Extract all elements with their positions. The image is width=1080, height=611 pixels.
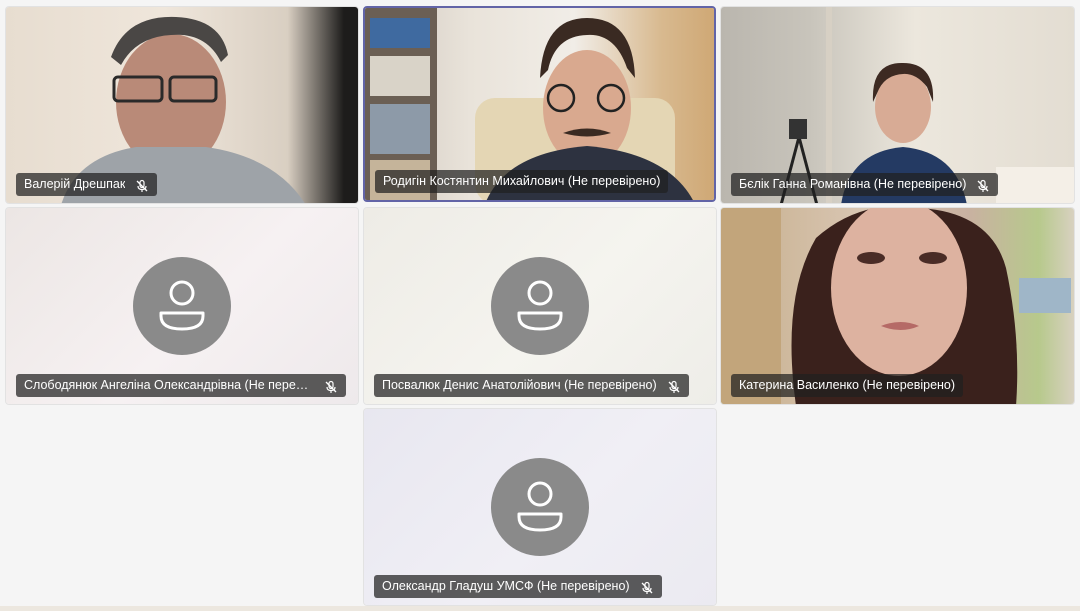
avatar	[491, 257, 589, 355]
bottom-strip	[0, 606, 1080, 611]
person-icon	[159, 280, 205, 331]
participant-tile-6[interactable]: Катерина Василенко (Не перевірено)	[720, 207, 1075, 405]
mic-off-icon	[324, 379, 338, 393]
person-icon	[517, 280, 563, 331]
participant-tile-1[interactable]: Валерій Дрешпак	[5, 6, 359, 204]
mic-off-icon	[667, 379, 681, 393]
video-grid: Валерій Дрешпак Родигін Костянтин Михайл…	[0, 0, 1080, 611]
participant-name: Катерина Василенко (Не перевірено)	[739, 378, 956, 392]
participant-name-tag: Посвалюк Денис Анатолійович (Не перевіре…	[374, 374, 689, 397]
person-icon	[517, 481, 563, 532]
participant-tile-7[interactable]: Олександр Гладуш УМСФ (Не перевірено)	[363, 408, 717, 606]
mic-off-icon	[135, 178, 149, 192]
participant-name: Слободянюк Ангеліна Олександрівна (Не пе…	[24, 378, 314, 392]
avatar	[491, 458, 589, 556]
participant-name-tag: Слободянюк Ангеліна Олександрівна (Не пе…	[16, 374, 346, 397]
participant-tile-2[interactable]: Родигін Костянтин Михайлович (Не перевір…	[363, 6, 716, 202]
participant-tile-3[interactable]: Бєлік Ганна Романівна (Не перевірено)	[720, 6, 1075, 204]
participant-name-tag: Олександр Гладуш УМСФ (Не перевірено)	[374, 575, 662, 598]
participant-name: Олександр Гладуш УМСФ (Не перевірено)	[382, 579, 630, 593]
participant-name: Бєлік Ганна Романівна (Не перевірено)	[739, 177, 967, 191]
participant-tile-5[interactable]: Посвалюк Денис Анатолійович (Не перевіре…	[363, 207, 717, 405]
participant-tile-4[interactable]: Слободянюк Ангеліна Олександрівна (Не пе…	[5, 207, 359, 405]
participant-name: Родигін Костянтин Михайлович (Не перевір…	[383, 174, 661, 188]
mic-off-icon	[640, 580, 654, 594]
participant-name-tag: Родигін Костянтин Михайлович (Не перевір…	[375, 170, 669, 193]
participant-name: Посвалюк Денис Анатолійович (Не перевіре…	[382, 378, 657, 392]
participant-name: Валерій Дрешпак	[24, 177, 126, 191]
participant-name-tag: Катерина Василенко (Не перевірено)	[731, 374, 964, 397]
participant-name-tag: Бєлік Ганна Романівна (Не перевірено)	[731, 173, 999, 196]
participant-name-tag: Валерій Дрешпак	[16, 173, 158, 196]
avatar	[133, 257, 231, 355]
mic-off-icon	[976, 178, 990, 192]
